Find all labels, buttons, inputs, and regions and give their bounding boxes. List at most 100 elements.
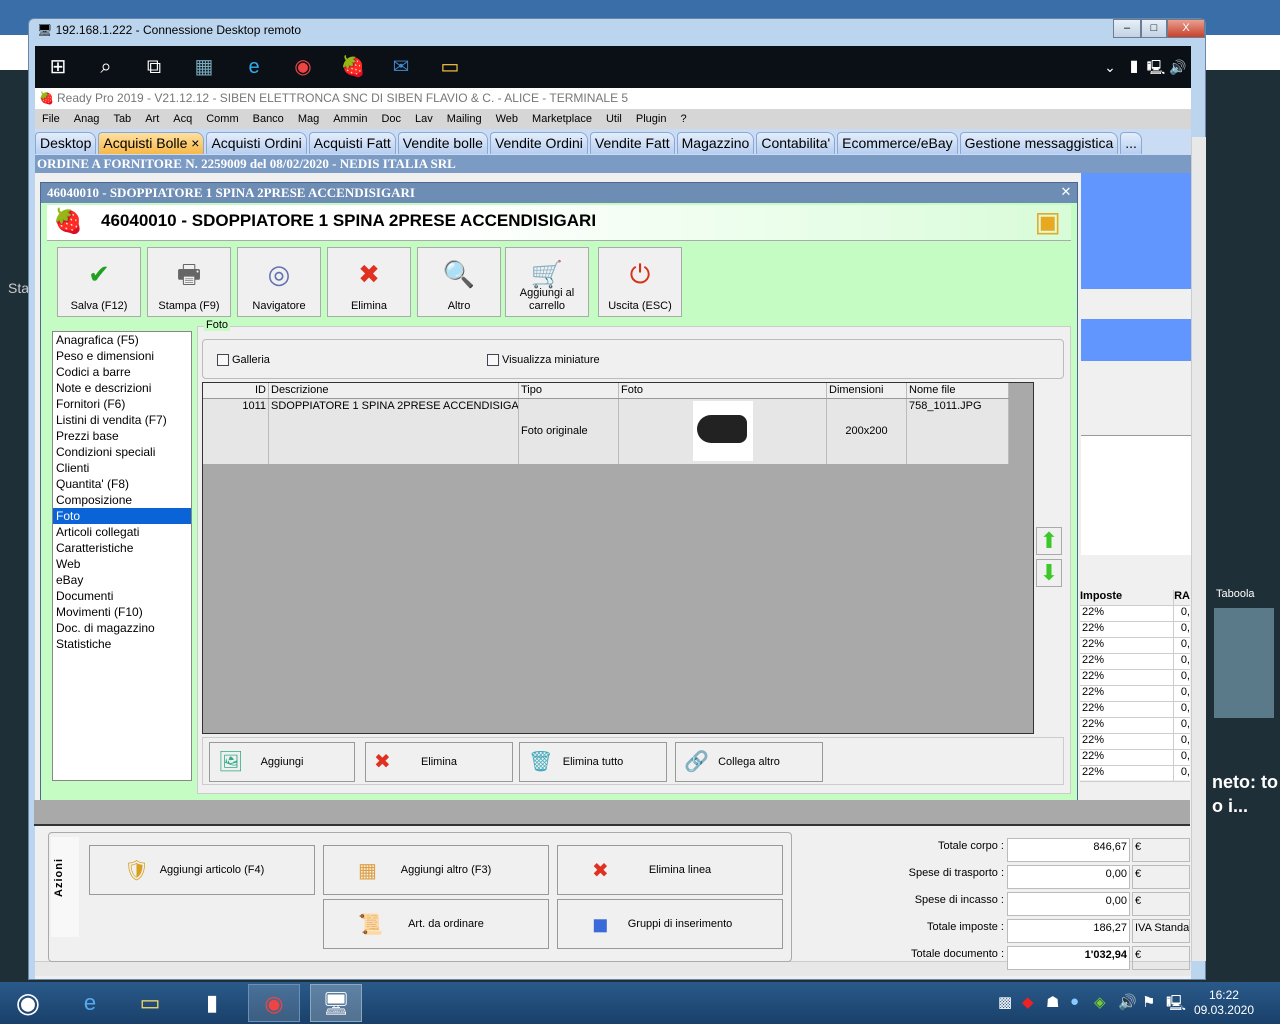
volume-icon[interactable]: 🔊 — [1165, 54, 1191, 80]
tab-2[interactable]: Acquisti Ordini — [206, 132, 307, 154]
calculator-icon[interactable]: ▦ — [191, 54, 217, 80]
azioni-button-2[interactable]: ✖ Elimina linea — [557, 845, 783, 895]
menu-item-acq[interactable]: Acq — [173, 113, 192, 125]
foto-button-3[interactable]: 🔗 Collega altro — [675, 742, 823, 782]
maximize-button[interactable]: □ — [1141, 19, 1167, 38]
menu-item-mailing[interactable]: Mailing — [447, 113, 482, 125]
menu-item-anag[interactable]: Anag — [74, 113, 100, 125]
sidebar-item[interactable]: Anagrafica (F5) — [53, 332, 191, 348]
sidebar-item[interactable]: Statistiche — [53, 636, 191, 652]
move-down-button[interactable]: ⬇ — [1036, 559, 1062, 587]
menu-item-art[interactable]: Art — [145, 113, 159, 125]
tab-8[interactable]: Contabilita' — [756, 132, 836, 154]
column-header[interactable]: Nome file — [907, 383, 1009, 398]
sidebar-item[interactable]: Clienti — [53, 460, 191, 476]
tab-1[interactable]: Acquisti Bolle × — [98, 132, 205, 154]
volume-icon[interactable]: 🔊 — [1118, 993, 1137, 1011]
toolbar-button-4[interactable]: 🔍 Altro — [417, 247, 501, 317]
column-header[interactable]: ID — [203, 383, 269, 398]
vertical-scrollbar[interactable] — [1191, 137, 1206, 961]
sidebar-item[interactable]: Doc. di magazzino — [53, 620, 191, 636]
tab-7[interactable]: Magazzino — [676, 132, 755, 154]
minimize-button[interactable]: – — [1113, 19, 1141, 38]
clock[interactable]: 16:22 09.03.2020 — [1194, 988, 1254, 1018]
sidebar-item[interactable]: Quantita' (F8) — [53, 476, 191, 492]
foto-button-2[interactable]: 🗑 Elimina tutto — [519, 742, 667, 782]
menu-item-file[interactable]: File — [42, 113, 60, 125]
tab-11[interactable]: ... — [1120, 132, 1142, 154]
thunderbird-icon[interactable]: ✉ — [388, 54, 414, 80]
sidebar-item[interactable]: Peso e dimensioni — [53, 348, 191, 364]
foto-button-1[interactable]: ✖ Elimina — [365, 742, 513, 782]
task-view-icon[interactable]: ⧉ — [141, 54, 167, 80]
start-orb-icon[interactable]: ◉ — [2, 984, 54, 1022]
sidebar-item[interactable]: Codici a barre — [53, 364, 191, 380]
tab-0[interactable]: Desktop — [35, 132, 97, 154]
readypro-strawberry-icon[interactable]: 🍓 — [340, 54, 366, 80]
sidebar-item[interactable]: Listini di vendita (F7) — [53, 412, 191, 428]
menu-item-tab[interactable]: Tab — [113, 113, 131, 125]
menu-item-doc[interactable]: Doc — [381, 113, 401, 125]
tab-5[interactable]: Vendite Ordini — [489, 132, 588, 154]
azioni-button-3[interactable]: 📜 Art. da ordinare — [323, 899, 549, 949]
radio-icon[interactable]: ▮ — [186, 984, 238, 1022]
nvidia-icon[interactable]: ◈ — [1094, 993, 1106, 1011]
sidebar-item[interactable]: eBay — [53, 572, 191, 588]
sidebar-item[interactable]: Composizione — [53, 492, 191, 508]
azioni-button-1[interactable]: ▦ Aggiungi altro (F3) — [323, 845, 549, 895]
menu-item-banco[interactable]: Banco — [253, 113, 284, 125]
table-row[interactable]: 1011 SDOPPIATORE 1 SPINA 2PRESE ACCENDISI… — [203, 399, 1009, 464]
toolbar-button-3[interactable]: ✖ Elimina — [327, 247, 411, 317]
menu-item-util[interactable]: Util — [606, 113, 622, 125]
foto-button-0[interactable]: 🖼 Aggiungi — [209, 742, 355, 782]
column-header[interactable]: Descrizione — [269, 383, 519, 398]
close-button[interactable]: X — [1167, 19, 1205, 38]
dialog-close-button[interactable]: ✕ — [1059, 185, 1073, 199]
tab-6[interactable]: Vendite Fatt — [589, 132, 675, 154]
search-icon[interactable]: ⌕ — [93, 54, 119, 80]
move-up-button[interactable]: ⬆ — [1036, 527, 1062, 555]
menu-item-mag[interactable]: Mag — [298, 113, 319, 125]
azioni-tab[interactable]: Azioni — [51, 837, 79, 937]
tab-10[interactable]: Gestione messaggistica — [959, 132, 1119, 154]
rdp-taskbar-icon[interactable]: 🖥 — [310, 984, 362, 1022]
tab-4[interactable]: Vendite bolle — [397, 132, 488, 154]
menu-item-lav[interactable]: Lav — [415, 113, 433, 125]
toolbar-button-6[interactable]: ⏻ Uscita (ESC) — [598, 247, 682, 317]
sidebar-item[interactable]: Articoli collegati — [53, 524, 191, 540]
miniature-checkbox[interactable]: Visualizza miniature — [487, 354, 600, 366]
menu-item-comm[interactable]: Comm — [206, 113, 238, 125]
column-header[interactable]: Foto — [619, 383, 827, 398]
sidebar-item[interactable]: Foto — [53, 508, 191, 524]
azioni-button-4[interactable]: ◼ Gruppi di inserimento — [557, 899, 783, 949]
tray-app-icon[interactable]: ☗ — [1046, 993, 1059, 1011]
column-header[interactable]: Tipo — [519, 383, 619, 398]
toolbar-button-5[interactable]: 🛒 Aggiungi al carrello — [505, 247, 589, 317]
toolbar-button-0[interactable]: ✔ Salva (F12) — [57, 247, 141, 317]
azioni-button-0[interactable]: 🛡 Aggiungi articolo (F4) — [89, 845, 315, 895]
file-explorer-icon[interactable]: ▭ — [437, 54, 463, 80]
action-center-icon[interactable]: ⚑ — [1142, 993, 1155, 1011]
sidebar-item[interactable]: Fornitori (F6) — [53, 396, 191, 412]
ie-icon[interactable]: e — [241, 54, 267, 80]
chrome-icon[interactable]: ◉ — [248, 984, 300, 1022]
sidebar-item[interactable]: Web — [53, 556, 191, 572]
ie-icon[interactable]: e — [64, 984, 116, 1022]
sidebar-item[interactable]: Condizioni speciali — [53, 444, 191, 460]
tab-9[interactable]: Ecommerce/eBay — [837, 132, 958, 154]
avira-icon[interactable]: ◆ — [1022, 993, 1034, 1011]
sidebar-item[interactable]: Prezzi base — [53, 428, 191, 444]
sidebar-item[interactable]: Caratteristiche — [53, 540, 191, 556]
menu-item-ammin[interactable]: Ammin — [333, 113, 367, 125]
menu-item-plugin[interactable]: Plugin — [636, 113, 667, 125]
tray-app-icon[interactable]: ● — [1070, 993, 1079, 1010]
tab-3[interactable]: Acquisti Fatt — [308, 132, 396, 154]
sidebar-item[interactable]: Movimenti (F10) — [53, 604, 191, 620]
network-icon[interactable]: 🖳 — [1166, 993, 1186, 1018]
galleria-checkbox[interactable]: Galleria — [217, 354, 270, 366]
explorer-icon[interactable]: ▭ — [124, 984, 176, 1022]
windows-start-icon[interactable]: ⊞ — [45, 54, 71, 80]
toolbar-button-2[interactable]: ◎ Navigatore — [237, 247, 321, 317]
menu-item-marketplace[interactable]: Marketplace — [532, 113, 592, 125]
sidebar-item[interactable]: Note e descrizioni — [53, 380, 191, 396]
